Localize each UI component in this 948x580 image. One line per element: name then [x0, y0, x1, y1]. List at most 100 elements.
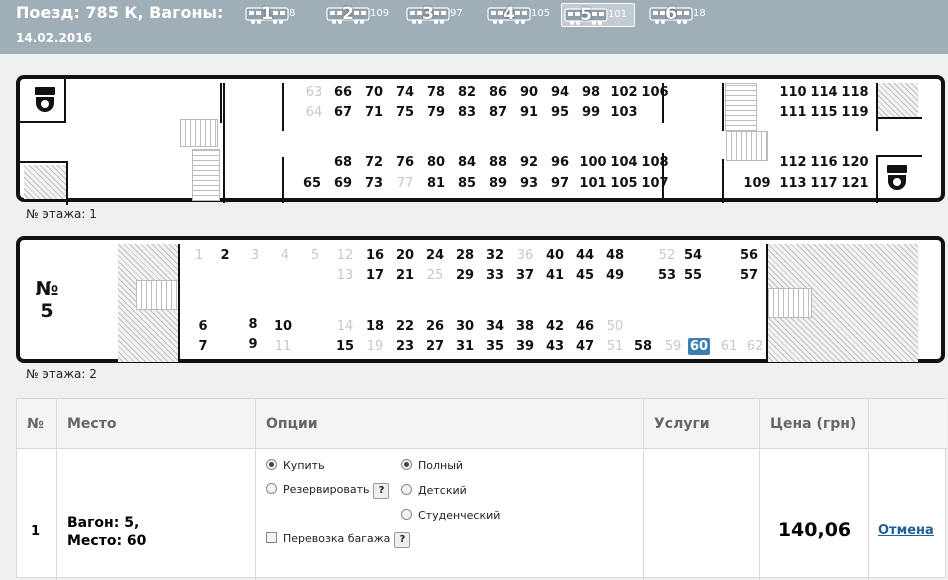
seat-94[interactable]: 94 [549, 84, 571, 101]
seat-29[interactable]: 29 [454, 267, 476, 284]
seat-80[interactable]: 80 [425, 154, 447, 171]
seat-34[interactable]: 34 [484, 318, 506, 335]
child-fare-radio[interactable] [401, 484, 412, 495]
full-fare-option[interactable]: Полный [401, 459, 463, 472]
seat-39[interactable]: 39 [514, 338, 536, 355]
seat-115[interactable]: 115 [809, 104, 839, 121]
seat-67[interactable]: 67 [332, 104, 354, 121]
seat-9[interactable]: 9 [242, 336, 264, 353]
seat-87[interactable]: 87 [487, 104, 509, 121]
seat-89[interactable]: 89 [487, 175, 509, 192]
seat-120[interactable]: 120 [840, 154, 870, 171]
seat-114[interactable]: 114 [809, 84, 839, 101]
seat-35[interactable]: 35 [484, 338, 506, 355]
seat-96[interactable]: 96 [549, 154, 571, 171]
seat-109[interactable]: 109 [742, 175, 772, 192]
seat-2[interactable]: 2 [214, 247, 236, 264]
seat-104[interactable]: 104 [609, 154, 639, 171]
seat-98[interactable]: 98 [580, 84, 602, 101]
seat-17[interactable]: 17 [364, 267, 386, 284]
seat-69[interactable]: 69 [332, 175, 354, 192]
seat-102[interactable]: 102 [609, 84, 639, 101]
seat-27[interactable]: 27 [424, 338, 446, 355]
seat-38[interactable]: 38 [514, 318, 536, 335]
seat-32[interactable]: 32 [484, 247, 506, 264]
seat-20[interactable]: 20 [394, 247, 416, 264]
seat-95[interactable]: 95 [549, 104, 571, 121]
seat-79[interactable]: 79 [425, 104, 447, 121]
seat-54[interactable]: 54 [682, 247, 704, 264]
seat-113[interactable]: 113 [778, 175, 808, 192]
luggage-help-button[interactable]: ? [394, 532, 411, 548]
wagon-tab-1[interactable]: 18 [243, 3, 311, 27]
seat-112[interactable]: 112 [778, 154, 808, 171]
seat-90[interactable]: 90 [518, 84, 540, 101]
seat-110[interactable]: 110 [778, 84, 808, 101]
seat-6[interactable]: 6 [192, 318, 214, 335]
seat-108[interactable]: 108 [640, 154, 670, 171]
wagon-tab-5[interactable]: 5 101 [561, 3, 635, 27]
seat-76[interactable]: 76 [394, 154, 416, 171]
seat-83[interactable]: 83 [456, 104, 478, 121]
seat-111[interactable]: 111 [778, 104, 808, 121]
seat-58[interactable]: 58 [632, 338, 654, 355]
child-fare-option[interactable]: Детский [401, 484, 467, 497]
seat-57[interactable]: 57 [738, 267, 760, 284]
luggage-checkbox[interactable] [266, 532, 277, 543]
seat-43[interactable]: 43 [544, 338, 566, 355]
seat-81[interactable]: 81 [425, 175, 447, 192]
seat-48[interactable]: 48 [604, 247, 626, 264]
buy-option[interactable]: Купить [266, 459, 325, 472]
seat-42[interactable]: 42 [544, 318, 566, 335]
seat-18[interactable]: 18 [364, 318, 386, 335]
seat-100[interactable]: 100 [578, 154, 608, 171]
seat-86[interactable]: 86 [487, 84, 509, 101]
seat-84[interactable]: 84 [456, 154, 478, 171]
wagon-tab-6[interactable]: 6 18 [647, 3, 715, 27]
seat-10[interactable]: 10 [272, 318, 294, 335]
seat-105[interactable]: 105 [609, 175, 639, 192]
seat-74[interactable]: 74 [394, 84, 416, 101]
seat-97[interactable]: 97 [549, 175, 571, 192]
reserve-help-button[interactable]: ? [373, 483, 390, 499]
seat-82[interactable]: 82 [456, 84, 478, 101]
seat-33[interactable]: 33 [484, 267, 506, 284]
full-fare-radio[interactable] [401, 459, 412, 470]
seat-53[interactable]: 53 [656, 267, 678, 284]
reserve-option[interactable]: Резервировать? [266, 483, 390, 499]
seat-93[interactable]: 93 [518, 175, 540, 192]
seat-31[interactable]: 31 [454, 338, 476, 355]
seat-15[interactable]: 15 [334, 338, 356, 355]
seat-45[interactable]: 45 [574, 267, 596, 284]
seat-121[interactable]: 121 [840, 175, 870, 192]
seat-60[interactable]: 60 [688, 338, 710, 355]
student-fare-radio[interactable] [401, 509, 412, 520]
seat-40[interactable]: 40 [544, 247, 566, 264]
seat-23[interactable]: 23 [394, 338, 416, 355]
luggage-option[interactable]: Перевозка багажа? [266, 532, 411, 548]
seat-85[interactable]: 85 [456, 175, 478, 192]
wagon-tab-3[interactable]: 3 97 [404, 3, 472, 27]
buy-radio[interactable] [266, 459, 277, 470]
seat-117[interactable]: 117 [809, 175, 839, 192]
seat-101[interactable]: 101 [578, 175, 608, 192]
seat-8[interactable]: 8 [242, 316, 264, 333]
seat-118[interactable]: 118 [840, 84, 870, 101]
seat-21[interactable]: 21 [394, 267, 416, 284]
seat-30[interactable]: 30 [454, 318, 476, 335]
seat-47[interactable]: 47 [574, 338, 596, 355]
seat-44[interactable]: 44 [574, 247, 596, 264]
seat-75[interactable]: 75 [394, 104, 416, 121]
seat-55[interactable]: 55 [682, 267, 704, 284]
seat-24[interactable]: 24 [424, 247, 446, 264]
seat-68[interactable]: 68 [332, 154, 354, 171]
seat-71[interactable]: 71 [363, 104, 385, 121]
seat-99[interactable]: 99 [580, 104, 602, 121]
seat-37[interactable]: 37 [514, 267, 536, 284]
seat-116[interactable]: 116 [809, 154, 839, 171]
seat-73[interactable]: 73 [363, 175, 385, 192]
seat-88[interactable]: 88 [487, 154, 509, 171]
seat-106[interactable]: 106 [640, 84, 670, 101]
seat-56[interactable]: 56 [738, 247, 760, 264]
seat-70[interactable]: 70 [363, 84, 385, 101]
